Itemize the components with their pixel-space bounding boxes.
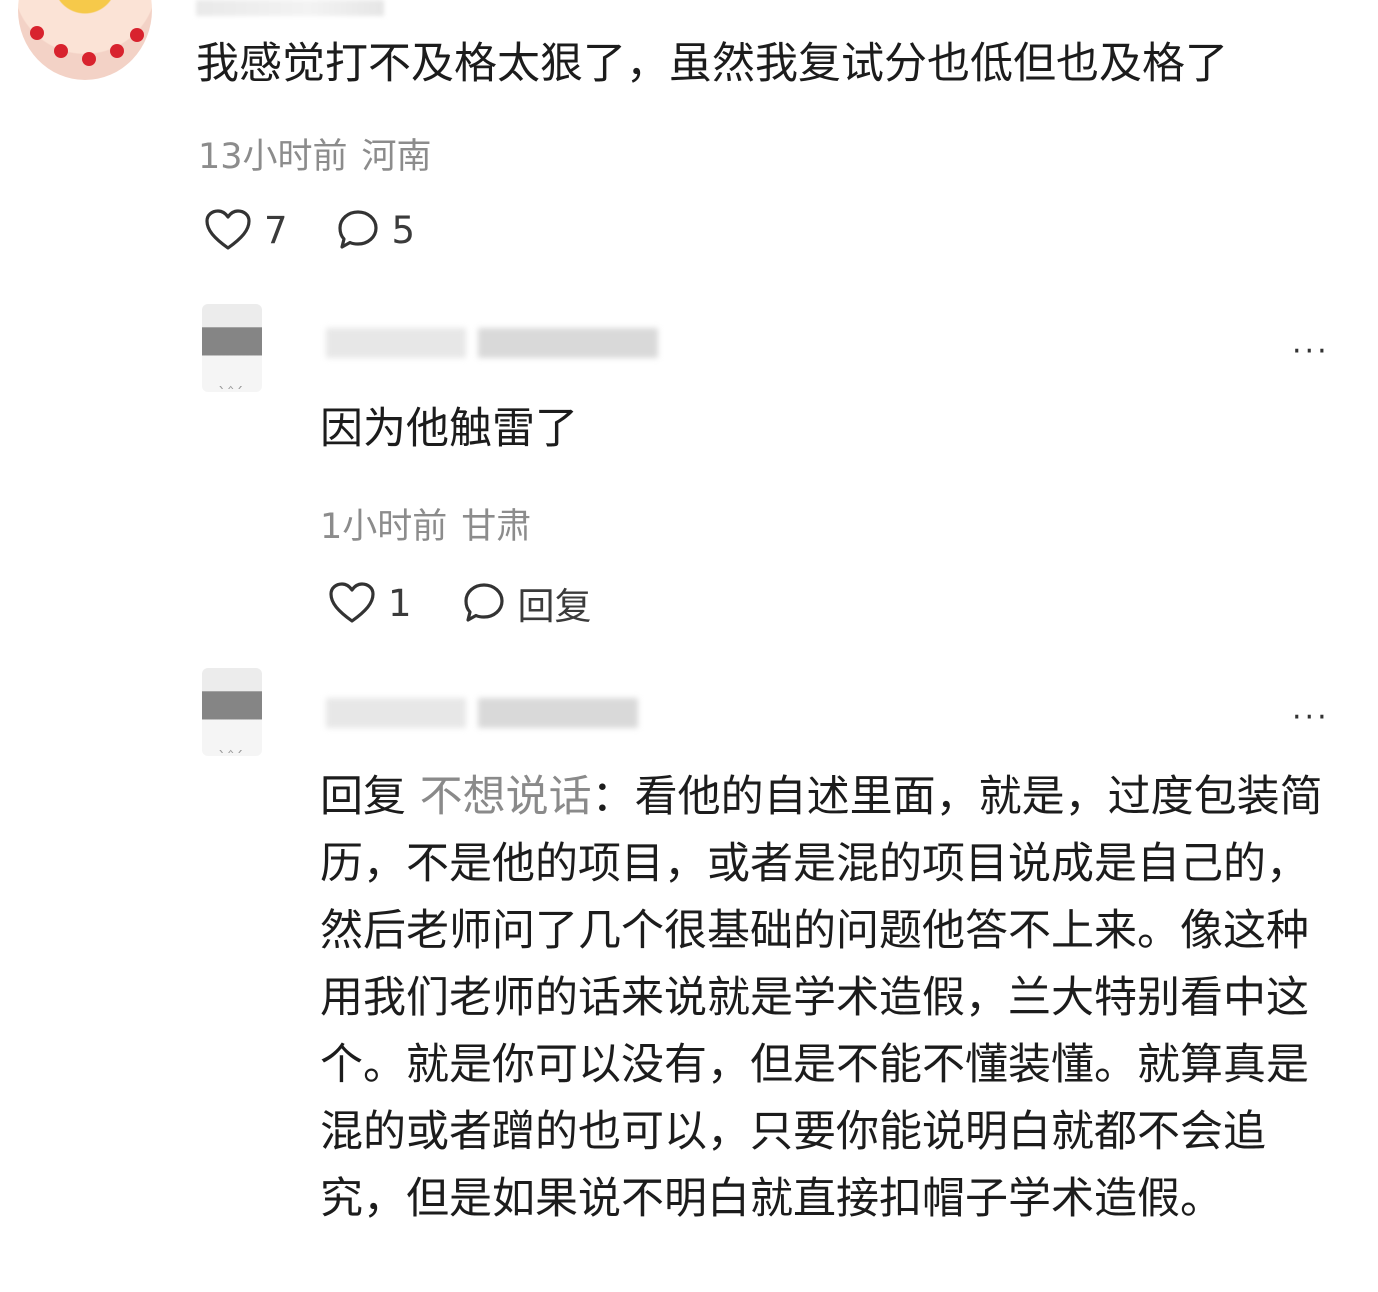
- reply-body: ：看他的自述里面，就是，过度包装简历，不是他的项目，或者是混的项目说成是自己的，…: [320, 772, 1323, 1224]
- user-avatar[interactable]: [18, 0, 152, 80]
- reply-avatar[interactable]: ˎ‸ˏ: [202, 668, 262, 756]
- comment-thread: 我感觉打不及格太狠了，虽然我复试分也低但也及格了 13小时前 河南 7 5 ˎ‸ˏ: [0, 0, 1378, 1292]
- reply-text: 因为他触雷了: [320, 404, 578, 454]
- reply-time: 1小时前: [320, 507, 448, 547]
- reply-location: 甘肃: [461, 507, 532, 547]
- username-redacted: [196, 0, 384, 16]
- heart-outline-icon: [328, 581, 376, 625]
- comment-meta: 13小时前 河南: [198, 128, 432, 179]
- reply-actions: 1 回复: [328, 576, 592, 630]
- username-redacted: [326, 328, 666, 358]
- reply-to-user[interactable]: 不想说话: [420, 772, 592, 822]
- reply-avatar[interactable]: ˎ‸ˏ: [202, 304, 262, 392]
- username-redacted: [326, 698, 666, 728]
- reply-label: 回复: [517, 585, 592, 628]
- speech-bubble-icon: [462, 581, 506, 625]
- reply-prefix: 回复: [320, 772, 406, 822]
- more-options-button[interactable]: ···: [1292, 337, 1330, 367]
- comment-button[interactable]: 5: [336, 208, 416, 252]
- comment-count: 5: [391, 208, 416, 252]
- like-count: 7: [264, 208, 288, 252]
- heart-outline-icon: [204, 208, 252, 252]
- more-options-button[interactable]: ···: [1292, 703, 1330, 733]
- comment-actions: 7 5: [204, 208, 415, 252]
- like-count: 1: [388, 581, 412, 625]
- comment-text: 我感觉打不及格太狠了，虽然我复试分也低但也及格了: [196, 39, 1228, 89]
- speech-bubble-icon: [336, 208, 380, 252]
- reply-meta: 1小时前 甘肃: [320, 498, 531, 549]
- reply-text: 回复 不想说话：看他的自述里面，就是，过度包装简历，不是他的项目，或者是混的项目…: [320, 764, 1330, 1233]
- reply-button[interactable]: 回复: [462, 576, 592, 630]
- like-button[interactable]: 7: [204, 208, 288, 252]
- comment-location: 河南: [361, 137, 432, 177]
- comment-time: 13小时前: [198, 137, 348, 177]
- like-button[interactable]: 1: [328, 581, 412, 625]
